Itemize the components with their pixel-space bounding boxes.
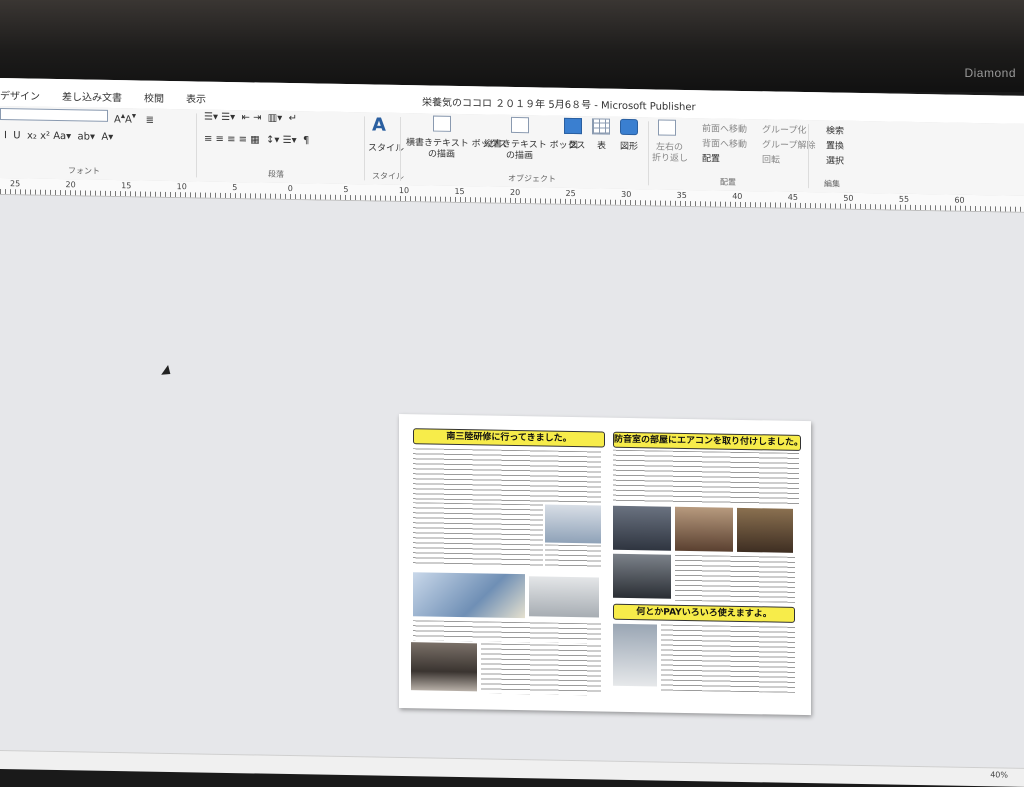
ruler-number: 40 [732, 191, 743, 201]
picture-button[interactable]: 図 [569, 138, 578, 151]
arrange-button[interactable]: 配置 [702, 151, 720, 164]
ruler-number: 10 [176, 182, 187, 192]
article-photo-room[interactable] [529, 576, 599, 618]
headline-right-top[interactable]: 防音室の部屋にエアコンを取り付けしました。 [613, 431, 801, 451]
ruler-number: 20 [510, 187, 521, 198]
article-text-left-bottom-2[interactable] [481, 643, 601, 696]
mouse-cursor-icon [161, 365, 174, 379]
ruler-number: 60 [954, 195, 965, 205]
font-format-buttons[interactable]: I U x₂ x² Aa▾ ab▾ A▾ [4, 130, 113, 143]
article-text-right-top[interactable] [613, 449, 799, 507]
zoom-level[interactable]: 40% [990, 770, 1008, 779]
publication-page[interactable]: 南三陸研修に行ってきました。 防音室の部屋にエアコンを取り付けしました。 何とか… [399, 413, 811, 716]
headline-left[interactable]: 南三陸研修に行ってきました。 [413, 428, 605, 448]
article-photo-exhibit[interactable] [413, 572, 525, 619]
article-text-right-mid[interactable] [675, 554, 795, 603]
picture-icon[interactable] [564, 117, 582, 135]
objects-group-label: オブジェクト [508, 173, 556, 184]
ruler-number: 50 [843, 193, 854, 203]
article-text-left-bottom[interactable] [413, 620, 601, 644]
vertical-textbox-label-2: の描画 [506, 150, 534, 162]
ruler-number: 15 [454, 186, 465, 197]
ruler-number: 0 [287, 184, 293, 194]
shape-button[interactable]: 図形 [620, 139, 638, 152]
headline-right-bottom[interactable]: 何とかPAYいろいろ使えますよ。 [613, 603, 795, 623]
tab-view[interactable]: 表示 [186, 90, 206, 105]
horizontal-textbox-label-2: の描画 [428, 149, 456, 160]
ruler-number: 10 [398, 185, 410, 196]
menu-tabs: デザイン 差し込み文書 校閲 表示 [0, 87, 206, 106]
article-text-right-bottom[interactable] [661, 624, 795, 693]
shape-icon[interactable] [620, 118, 638, 136]
monitor-brand: Diamond [964, 66, 1016, 80]
wrap-text-label-2: 折り返し [652, 153, 689, 165]
ruler-number: 25 [565, 188, 576, 199]
tab-mailings[interactable]: 差し込み文書 [62, 88, 122, 104]
room-photo-3[interactable] [737, 507, 793, 553]
article-text-left-top[interactable] [413, 448, 601, 504]
grow-font-icon[interactable]: A▴A▾ ≣ [114, 110, 154, 126]
ribbon-separator [364, 116, 365, 181]
vertical-textbox-icon[interactable] [511, 116, 529, 134]
ribbon-separator [196, 113, 197, 178]
window-title: 栄養気のココロ ２０１９年 5月6８号 - Microsoft Publishe… [422, 97, 696, 114]
style-button[interactable]: スタイル [368, 140, 404, 154]
ruler-number: 35 [676, 190, 687, 200]
article-text-left-mid-2[interactable] [545, 544, 601, 570]
ribbon-separator [400, 116, 401, 181]
ruler-number: 5 [343, 184, 349, 195]
ribbon-separator [648, 121, 649, 186]
ruler-number: 15 [121, 181, 132, 191]
font-group-label: フォント [68, 166, 100, 176]
bring-forward-button[interactable]: 前面へ移動 [702, 121, 747, 135]
replace-button[interactable]: 置換 [826, 138, 844, 151]
ruler-number: 55 [898, 194, 910, 204]
arrange-group-label: 配置 [720, 177, 736, 187]
monitor-bezel: Diamond [0, 0, 1024, 92]
room-photo-1[interactable] [613, 505, 671, 551]
font-size-dropdown[interactable] [0, 108, 108, 122]
table-icon[interactable] [592, 118, 610, 135]
ruler-number: 30 [621, 189, 632, 200]
horizontal-textbox-icon[interactable] [433, 115, 451, 132]
bullet-list-icon[interactable]: ☰▾ ☰▾ ⇤ ⇥ ▥▾ ↵ [204, 112, 297, 125]
ribbon-separator [808, 124, 809, 189]
rotate-button[interactable]: 回転 [762, 152, 780, 165]
ruler-number: 20 [65, 180, 76, 190]
ruler-number: 45 [787, 192, 798, 202]
select-button[interactable]: 選択 [826, 153, 844, 166]
article-text-left-mid[interactable] [413, 502, 543, 569]
room-photo-4[interactable] [613, 553, 671, 599]
edit-group-label: 編集 [824, 179, 840, 189]
table-button[interactable]: 表 [597, 138, 606, 151]
publisher-window: デザイン 差し込み文書 校閲 表示 栄養気のココロ ２０１９年 5月6８号 - … [0, 78, 1024, 787]
article-photo-sign[interactable] [545, 504, 601, 544]
group-button[interactable]: グループ化 [762, 122, 806, 136]
tab-design[interactable]: デザイン [0, 87, 40, 103]
page-workspace[interactable]: 南三陸研修に行ってきました。 防音室の部屋にエアコンを取り付けしました。 何とか… [0, 195, 1024, 773]
tab-review[interactable]: 校閲 [144, 90, 164, 105]
room-photo-2[interactable] [675, 506, 733, 552]
style-icon[interactable]: A [372, 114, 386, 135]
send-backward-button[interactable]: 背面へ移動 [702, 136, 747, 150]
find-button[interactable]: 検索 [826, 123, 844, 136]
ruler-number: 5 [232, 183, 238, 193]
phone-apps-photo[interactable] [613, 623, 657, 687]
paragraph-group-label: 段落 [268, 169, 284, 179]
wrap-text-icon[interactable] [658, 119, 676, 136]
article-photo-kitchen[interactable] [411, 642, 477, 692]
ruler-number: 25 [10, 179, 21, 189]
align-buttons[interactable]: ≡ ≡ ≡ ≡ ▦ ↕▾ ☰▾ ¶ [204, 134, 309, 147]
